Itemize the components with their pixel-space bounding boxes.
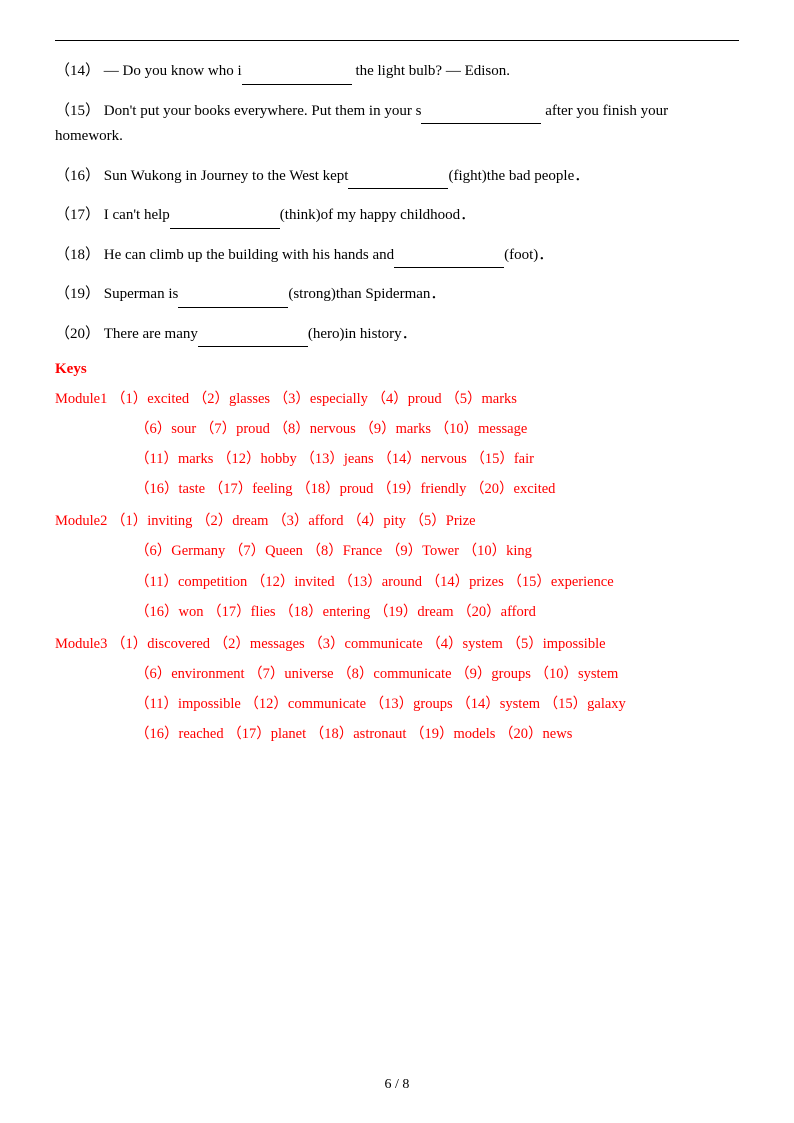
q18-blank [394, 267, 504, 268]
q16-text-before: Sun Wukong in Journey to the West kept [104, 168, 349, 184]
q15-text-before: Don't put your books everywhere. Put the… [104, 103, 422, 119]
q15-blank [421, 123, 541, 124]
module1-line3: （11）marks （12）hobby （13）jeans （14）nervou… [55, 446, 739, 472]
keys-section: Keys Module1 （1）excited （2）glasses （3）es… [55, 361, 739, 747]
module2-line2: （6）Germany （7）Queen （8）France （9）Tower （… [55, 538, 739, 564]
q17-blank [170, 228, 280, 229]
module2-line1: Module2 （1）inviting （2）dream （3）afford （… [55, 508, 739, 534]
module3-line1: Module3 （1）discovered （2）messages （3）com… [55, 631, 739, 657]
q19-number: （19） [55, 286, 100, 302]
q20-text-after: (hero)in history． [308, 326, 417, 342]
module2-line3: （11）competition （12）invited （13）around （… [55, 569, 739, 595]
q19-text-before: Superman is [104, 286, 179, 302]
question-17: （17） I can't help (think)of my happy chil… [55, 203, 739, 229]
question-15: （15） Don't put your books everywhere. Pu… [55, 99, 739, 150]
q14-text-after: the light bulb? — Edison. [352, 63, 510, 79]
module3-line4: （16）reached （17）planet （18）astronaut （19… [55, 721, 739, 747]
module2-name: Module2 [55, 513, 107, 529]
q16-number: （16） [55, 168, 100, 184]
q20-text-before: There are many [104, 326, 198, 342]
module3-line1-text: （1）discovered （2）messages （3）communicate… [111, 636, 606, 652]
q15-number: （15） [55, 103, 100, 119]
question-18: （18） He can climb up the building with h… [55, 243, 739, 269]
question-14: （14） — Do you know who i the light bulb?… [55, 59, 739, 85]
q18-number: （18） [55, 247, 100, 263]
q17-text-after: (think)of my happy childhood． [280, 207, 475, 223]
q20-blank [198, 346, 308, 347]
q14-text-before: — Do you know who i [104, 63, 242, 79]
module3-line2: （6）environment （7）universe （8）communicat… [55, 661, 739, 687]
question-19: （19） Superman is (strong)than Spiderman． [55, 282, 739, 308]
q16-text-after: (fight)the bad people． [448, 168, 589, 184]
question-16: （16） Sun Wukong in Journey to the West k… [55, 164, 739, 190]
page-footer: 6 / 8 [0, 1077, 794, 1093]
q14-number: （14） [55, 63, 100, 79]
module3-name: Module3 [55, 636, 107, 652]
module1-name: Module1 [55, 391, 107, 407]
keys-title: Keys [55, 361, 739, 378]
module2-line4: （16）won （17）flies （18）entering （19）dream… [55, 599, 739, 625]
q16-blank [348, 188, 448, 189]
module3-line3: （11）impossible （12）communicate （13）group… [55, 691, 739, 717]
module1-line1-text: （1）excited （2）glasses （3）especially （4）p… [111, 391, 517, 407]
q14-blank [242, 84, 352, 85]
q18-text-before: He can climb up the building with his ha… [104, 247, 394, 263]
q19-blank [178, 307, 288, 308]
q19-text-after: (strong)than Spiderman． [288, 286, 445, 302]
q17-text-before: I can't help [104, 207, 170, 223]
module1-line2: （6）sour （7）proud （8）nervous （9）marks （10… [55, 416, 739, 442]
q17-number: （17） [55, 207, 100, 223]
q15-text-after: after you finish your [541, 103, 668, 119]
q20-number: （20） [55, 326, 100, 342]
question-20: （20） There are many (hero)in history． [55, 322, 739, 348]
q18-text-after: (foot)． [504, 247, 553, 263]
module1-line4: （16）taste （17）feeling （18）proud （19）frie… [55, 476, 739, 502]
q15-continuation: homework. [55, 124, 739, 150]
top-divider [55, 40, 739, 41]
module2-line1-text: （1）inviting （2）dream （3）afford （4）pity （… [111, 513, 476, 529]
module1-line1: Module1 （1）excited （2）glasses （3）especia… [55, 386, 739, 412]
